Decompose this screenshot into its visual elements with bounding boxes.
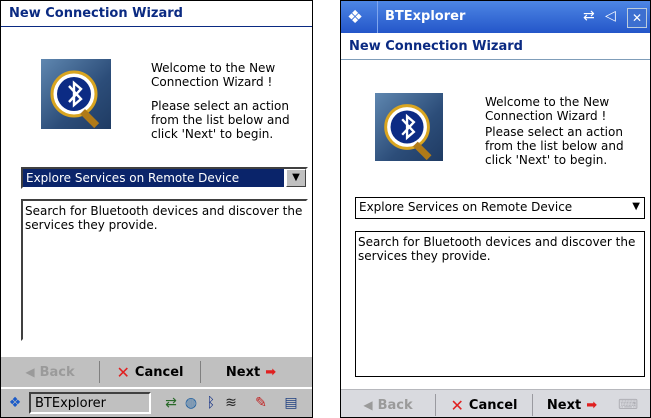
next-arrow-icon: ➡ [586, 397, 598, 413]
title-bar: ❖ BTExplorer ⇄ ◁ ✕ [341, 1, 650, 33]
taskbar-app-label: BTExplorer [35, 396, 106, 411]
app-title: BTExplorer [385, 9, 466, 24]
back-button[interactable]: ◀ Back [341, 390, 435, 417]
edit-icon[interactable]: ✎ [251, 393, 271, 413]
classic-screen: New Connection Wizard Welcome to the New… [0, 0, 313, 418]
modern-screen: ❖ BTExplorer ⇄ ◁ ✕ New Connection Wizard… [340, 0, 651, 418]
wizard-title: New Connection Wizard [349, 39, 523, 54]
cancel-x-icon: ✕ [116, 362, 130, 382]
bluetooth-logo-icon [375, 93, 443, 161]
next-label: Next [546, 397, 582, 413]
back-arrow-icon: ◀ [25, 365, 35, 379]
description-box: Search for Bluetooth devices and discove… [355, 231, 645, 377]
instructions-text: Please select an action from the list be… [151, 99, 290, 141]
action-selected-highlight: Explore Services on Remote Device [23, 169, 284, 187]
taskbar-app-button[interactable]: BTExplorer [29, 392, 151, 414]
instructions-text: Please select an action from the list be… [485, 125, 624, 167]
window-icon[interactable]: ▤ [281, 393, 301, 413]
description-text: Search for Bluetooth devices and discove… [358, 235, 636, 263]
cancel-label: Cancel [468, 397, 518, 413]
bluetooth-icon[interactable]: ᛒ [201, 393, 221, 413]
action-dropdown[interactable]: Explore Services on Remote Device ▼ [21, 167, 308, 189]
dropdown-arrow-icon[interactable]: ▼ [286, 169, 306, 187]
start-windows-icon[interactable]: ❖ [5, 393, 25, 413]
command-bar: ◀ Back ✕ Cancel Next ➡ [1, 357, 312, 387]
windows-flag-icon[interactable]: ❖ [347, 7, 369, 29]
action-selected-value: Explore Services on Remote Device [359, 200, 573, 214]
title-divider-line [341, 59, 650, 60]
title-divider [1, 26, 312, 27]
title-divider [377, 1, 378, 33]
command-bar: ◀ Back ✕ Cancel Next ➡ ⌨ [341, 389, 650, 417]
signal-icon[interactable]: ≋ [221, 393, 241, 413]
action-dropdown[interactable]: Explore Services on Remote Device ▼ [355, 197, 645, 219]
cancel-button[interactable]: ✕ Cancel [100, 357, 200, 387]
welcome-text: Welcome to the New Connection Wizard ! [151, 61, 276, 89]
cancel-label: Cancel [134, 364, 184, 380]
back-button[interactable]: ◀ Back [1, 357, 99, 387]
next-button[interactable]: Next ➡ [533, 390, 611, 417]
welcome-text: Welcome to the New Connection Wizard ! [485, 95, 610, 123]
next-label: Next [225, 364, 261, 380]
taskbar: ❖ BTExplorer ⇄ ◍ ᛒ ≋ ✎ ▤ [1, 388, 312, 417]
volume-icon[interactable]: ◁ [605, 8, 616, 24]
back-label: Back [377, 397, 413, 413]
action-selected-value: Explore Services on Remote Device [26, 171, 240, 185]
network-icon[interactable]: ⇄ [161, 393, 181, 413]
globe-icon[interactable]: ◍ [181, 393, 201, 413]
back-arrow-icon: ◀ [363, 398, 373, 412]
wizard-title: New Connection Wizard [9, 6, 183, 21]
close-icon[interactable]: ✕ [627, 8, 647, 28]
description-box: Search for Bluetooth devices and discove… [21, 199, 308, 341]
connection-icon[interactable]: ⇄ [583, 8, 595, 24]
keyboard-icon[interactable]: ⌨ [611, 397, 645, 413]
next-arrow-icon: ➡ [265, 364, 277, 380]
bluetooth-logo-icon [41, 59, 111, 129]
cancel-x-icon: ✕ [450, 395, 464, 415]
back-label: Back [39, 364, 75, 380]
cancel-button[interactable]: ✕ Cancel [436, 390, 532, 417]
next-button[interactable]: Next ➡ [201, 357, 301, 387]
dropdown-arrow-icon[interactable]: ▼ [632, 201, 640, 212]
description-text: Search for Bluetooth devices and discove… [25, 204, 303, 232]
